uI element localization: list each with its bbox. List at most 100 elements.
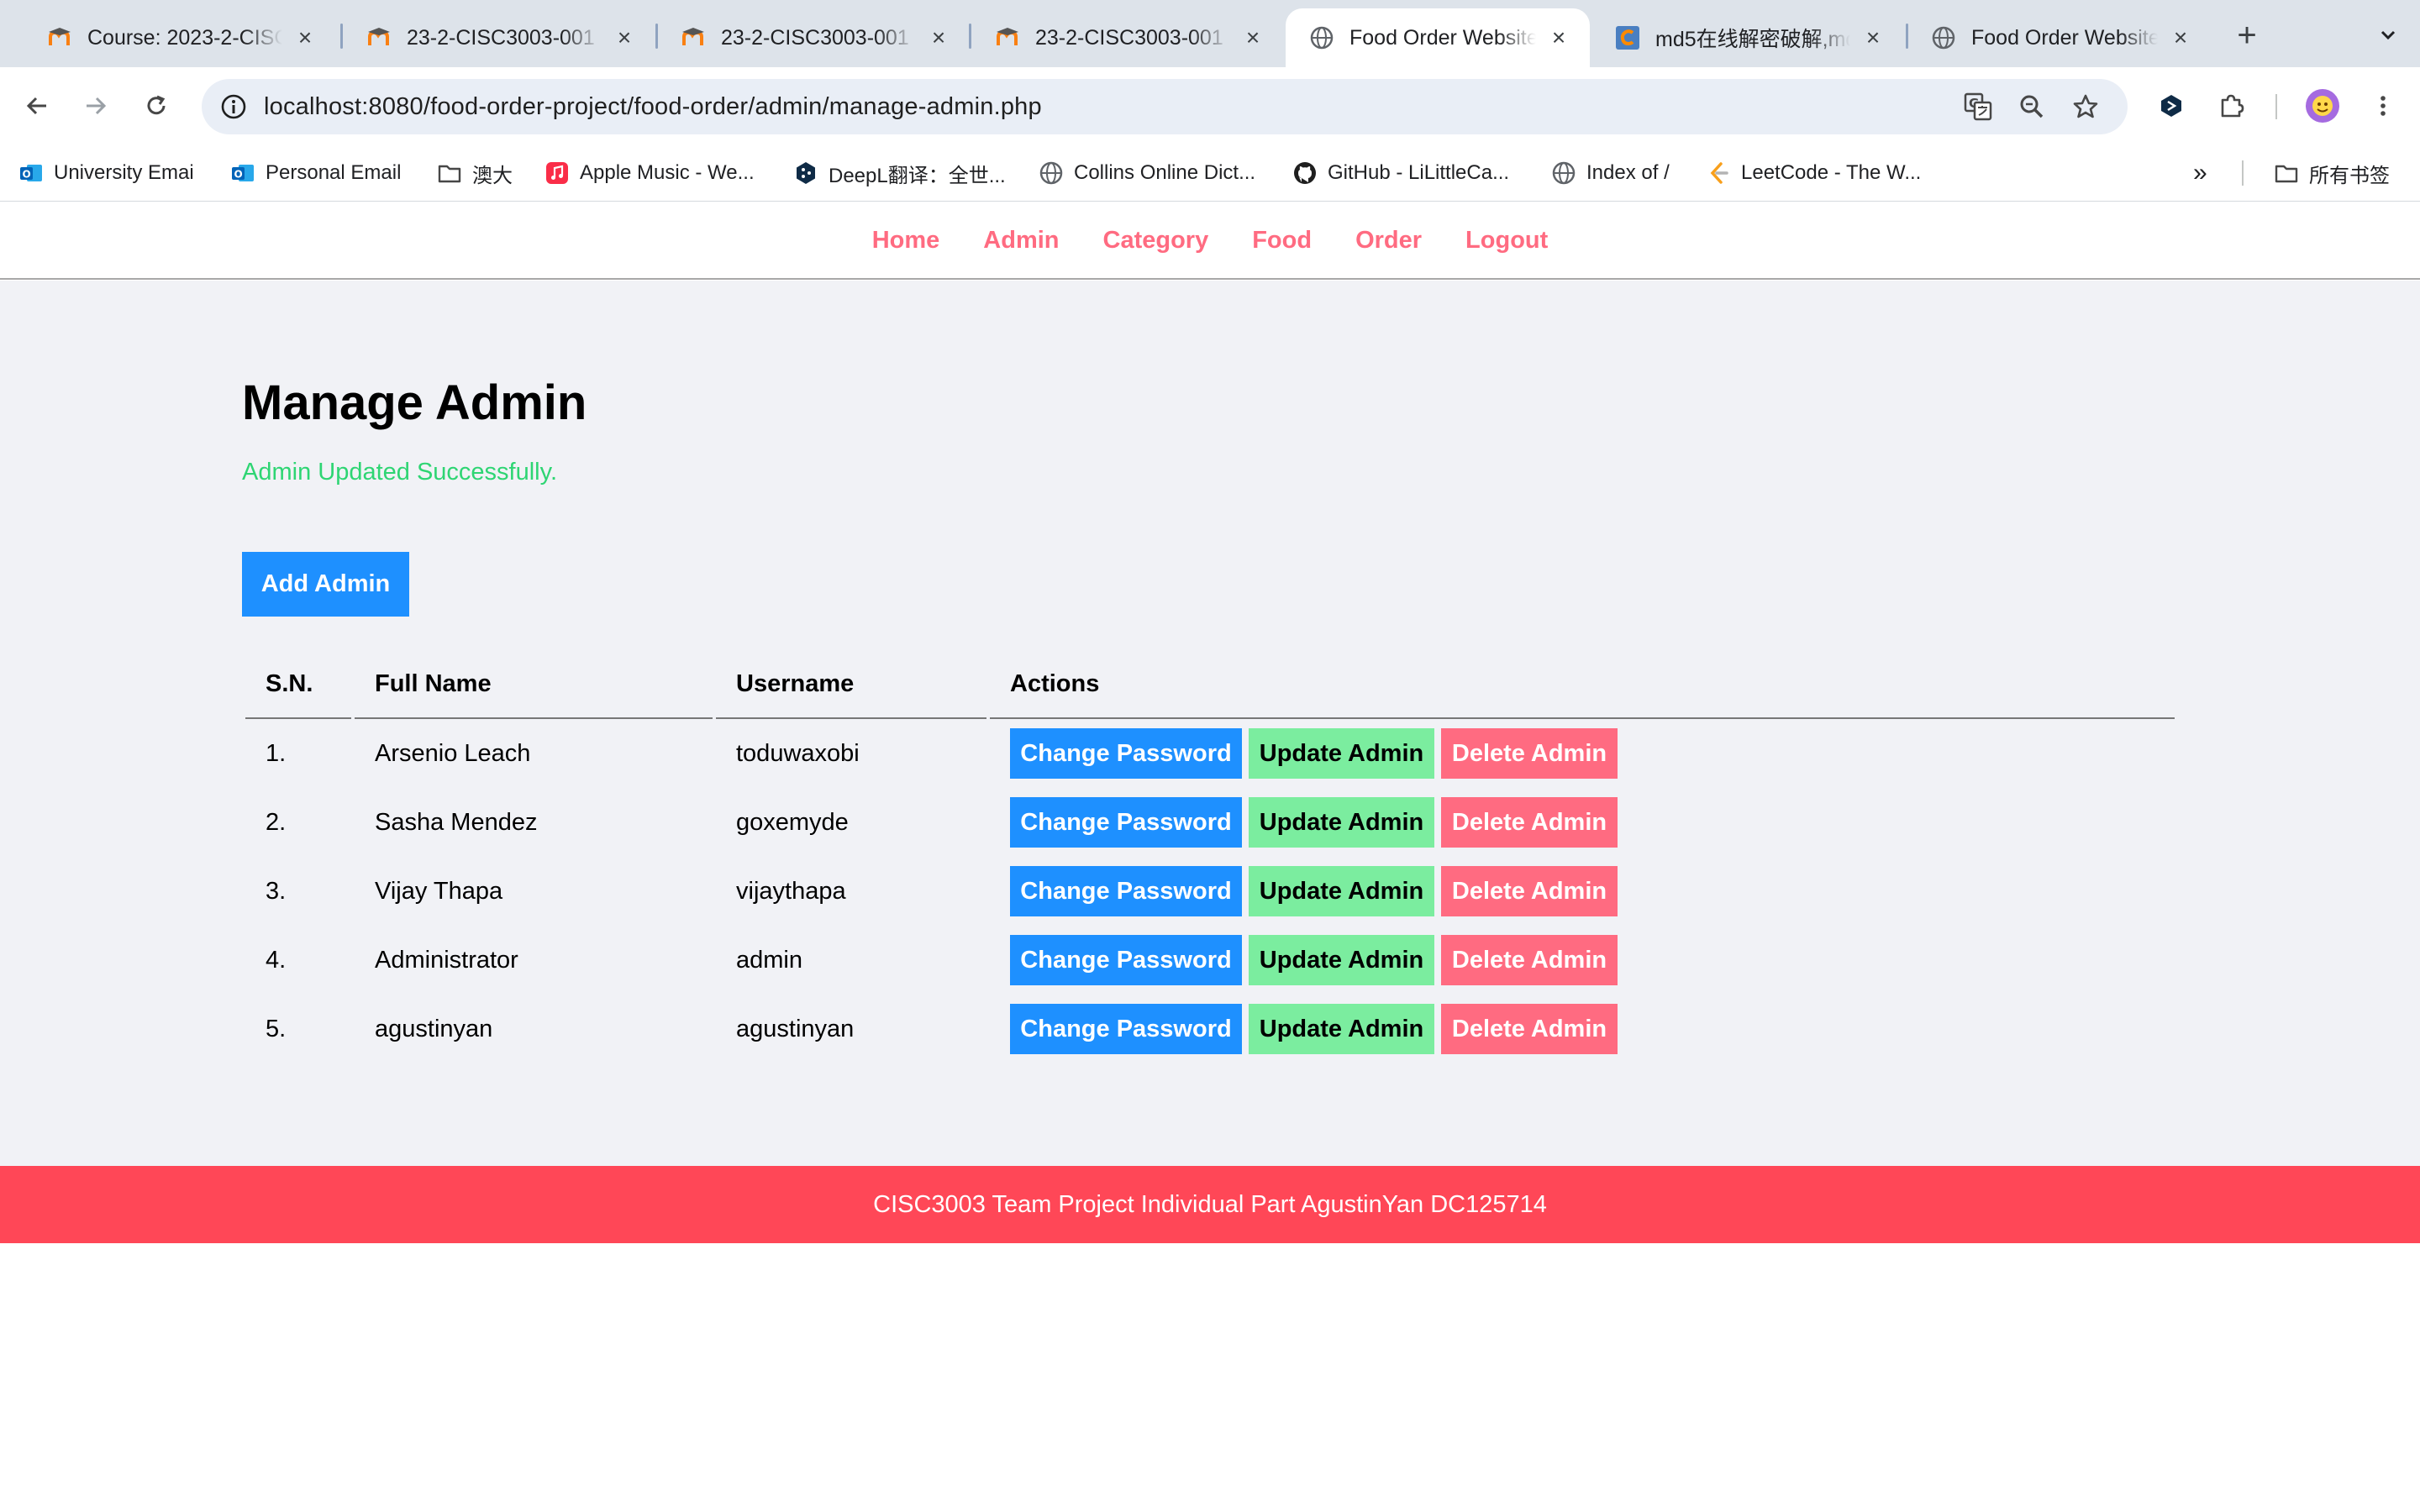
tab-title: Course: 2023-2-CISC3003-001: [87, 25, 282, 50]
bookmark-label: LeetCode - The W...: [1741, 161, 1922, 184]
moodle-icon: [366, 25, 392, 50]
cell-sn: 4.: [266, 946, 287, 974]
extensions-puzzle-icon[interactable]: [2212, 86, 2252, 126]
update-admin-button[interactable]: Update Admin: [1249, 866, 1434, 916]
close-icon[interactable]: ×: [2168, 25, 2193, 50]
browser-tab[interactable]: 23-2-CISC3003-001 ×: [343, 8, 655, 67]
cell-full-name: Sasha Mendez: [375, 808, 538, 836]
change-password-button[interactable]: Change Password: [1010, 935, 1242, 985]
globe-icon: [1309, 25, 1334, 50]
tab-title: 23-2-CISC3003-001: [721, 25, 909, 50]
apple-music-icon: [544, 160, 570, 186]
close-icon[interactable]: ×: [926, 25, 951, 50]
close-icon[interactable]: ×: [1860, 25, 1886, 50]
url-text[interactable]: localhost:8080/food-order-project/food-o…: [264, 79, 1042, 134]
cell-actions: Change Password Update Admin Delete Admin: [990, 719, 2175, 788]
cell-actions: Change Password Update Admin Delete Admin: [990, 788, 2175, 857]
cell-full-name: Arsenio Leach: [375, 739, 531, 767]
cell-full-name: agustinyan: [375, 1015, 493, 1042]
change-password-button[interactable]: Change Password: [1010, 1004, 1242, 1054]
nav-link-food[interactable]: Food: [1252, 202, 1312, 280]
browser-tab[interactable]: 23-2-CISC3003-001 ×: [657, 8, 970, 67]
all-bookmarks-label: 所有书签: [2309, 164, 2390, 187]
new-tab-icon[interactable]: +: [2228, 17, 2265, 54]
bookmark-item[interactable]: Collins Online Dict...: [1039, 144, 1255, 202]
browser-tab[interactable]: Course: 2023-2-CISC3003-001 ×: [24, 8, 336, 67]
change-password-button[interactable]: Change Password: [1010, 797, 1242, 848]
bookmark-item[interactable]: O University Emai: [18, 144, 194, 202]
delete-admin-button[interactable]: Delete Admin: [1441, 1004, 1618, 1054]
bookmark-item[interactable]: Index of /: [1551, 144, 1670, 202]
close-icon[interactable]: ×: [612, 25, 637, 50]
bookmark-item[interactable]: DeepL翻译：全世...: [793, 144, 1006, 202]
admin-table: S.N. Full Name Username Actions 1. Arsen…: [242, 650, 2178, 1063]
address-bar[interactable]: localhost:8080/food-order-project/food-o…: [202, 79, 2128, 134]
delete-admin-button[interactable]: Delete Admin: [1441, 797, 1618, 848]
close-icon[interactable]: ×: [1240, 25, 1265, 50]
globe-icon: [1039, 160, 1064, 186]
change-password-button[interactable]: Change Password: [1010, 866, 1242, 916]
tab-title: 23-2-CISC3003-001: [1035, 25, 1223, 50]
all-bookmarks-button[interactable]: 所有书签: [2274, 144, 2390, 202]
delete-admin-button[interactable]: Delete Admin: [1441, 728, 1618, 779]
close-icon[interactable]: ×: [1546, 25, 1571, 50]
outlook-icon: O: [230, 160, 255, 186]
cell-sn: 1.: [266, 739, 287, 767]
nav-link-admin[interactable]: Admin: [983, 202, 1059, 280]
forward-arrow-icon[interactable]: [76, 86, 116, 126]
page-title: Manage Admin: [242, 375, 587, 430]
cell-username: vijaythapa: [736, 877, 846, 905]
update-admin-button[interactable]: Update Admin: [1249, 797, 1434, 848]
github-icon: [1292, 160, 1318, 186]
globe-icon: [1551, 160, 1576, 186]
bookmark-label: DeepL翻译：全世...: [829, 164, 1006, 187]
browser-tab[interactable]: md5在线解密破解,md5 ×: [1591, 8, 1904, 67]
nav-link-home[interactable]: Home: [872, 202, 940, 280]
more-menu-icon[interactable]: [2363, 86, 2403, 126]
table-row: 5. agustinyan agustinyan Change Password…: [245, 995, 2175, 1063]
delete-admin-button[interactable]: Delete Admin: [1441, 935, 1618, 985]
chevron-down-icon[interactable]: [2370, 17, 2407, 54]
profile-avatar[interactable]: [2302, 86, 2343, 126]
site-info-icon[interactable]: [213, 87, 254, 127]
more-bookmarks-chevron-icon[interactable]: »: [2193, 144, 2207, 202]
bookmark-item[interactable]: 澳大: [437, 144, 513, 202]
cell-username: admin: [736, 946, 802, 974]
bookmark-item[interactable]: Apple Music - We...: [544, 144, 755, 202]
extension-hexagon-icon[interactable]: [2151, 86, 2191, 126]
delete-admin-button[interactable]: Delete Admin: [1441, 866, 1618, 916]
zoom-icon[interactable]: [2012, 87, 2052, 127]
site-nav: Home Admin Category Food Order Logout: [0, 202, 2420, 280]
close-icon[interactable]: ×: [292, 25, 318, 50]
bookmark-star-icon[interactable]: [2065, 87, 2106, 127]
cell-actions: Change Password Update Admin Delete Admin: [990, 857, 2175, 926]
bookmark-label: GitHub - LiLittleCa...: [1328, 161, 1510, 184]
update-admin-button[interactable]: Update Admin: [1249, 935, 1434, 985]
update-admin-button[interactable]: Update Admin: [1249, 728, 1434, 779]
browser-tab[interactable]: Food Order Website ×: [1907, 8, 2212, 67]
change-password-button[interactable]: Change Password: [1010, 728, 1242, 779]
bookmark-label: Apple Music - We...: [580, 161, 755, 184]
table-row: 1. Arsenio Leach toduwaxobi Change Passw…: [245, 719, 2175, 788]
cell-actions: Change Password Update Admin Delete Admin: [990, 926, 2175, 995]
nav-link-category[interactable]: Category: [1103, 202, 1209, 280]
bookmark-item[interactable]: GitHub - LiLittleCa...: [1292, 144, 1509, 202]
bookmark-item[interactable]: O Personal Email: [230, 144, 401, 202]
reload-icon[interactable]: [136, 86, 176, 126]
browser-tab[interactable]: 23-2-CISC3003-001 ×: [971, 8, 1284, 67]
moodle-icon: [681, 25, 706, 50]
bookmark-item[interactable]: LeetCode - The W...: [1706, 144, 1921, 202]
bookmark-label: 澳大: [472, 164, 513, 187]
nav-link-order[interactable]: Order: [1355, 202, 1422, 280]
back-arrow-icon[interactable]: [17, 86, 57, 126]
nav-link-logout[interactable]: Logout: [1465, 202, 1548, 280]
folder-icon: [437, 160, 462, 186]
table-row: 2. Sasha Mendez goxemyde Change Password…: [245, 788, 2175, 857]
browser-tab-active[interactable]: Food Order Website ×: [1286, 8, 1590, 67]
cell-full-name: Administrator: [375, 946, 518, 974]
translate-icon[interactable]: G: [1958, 87, 1998, 127]
update-admin-button[interactable]: Update Admin: [1249, 1004, 1434, 1054]
add-admin-button[interactable]: Add Admin: [242, 552, 409, 617]
page-footer: CISC3003 Team Project Individual Part Ag…: [0, 1166, 2420, 1243]
table-header-row: S.N. Full Name Username Actions: [245, 650, 2175, 719]
